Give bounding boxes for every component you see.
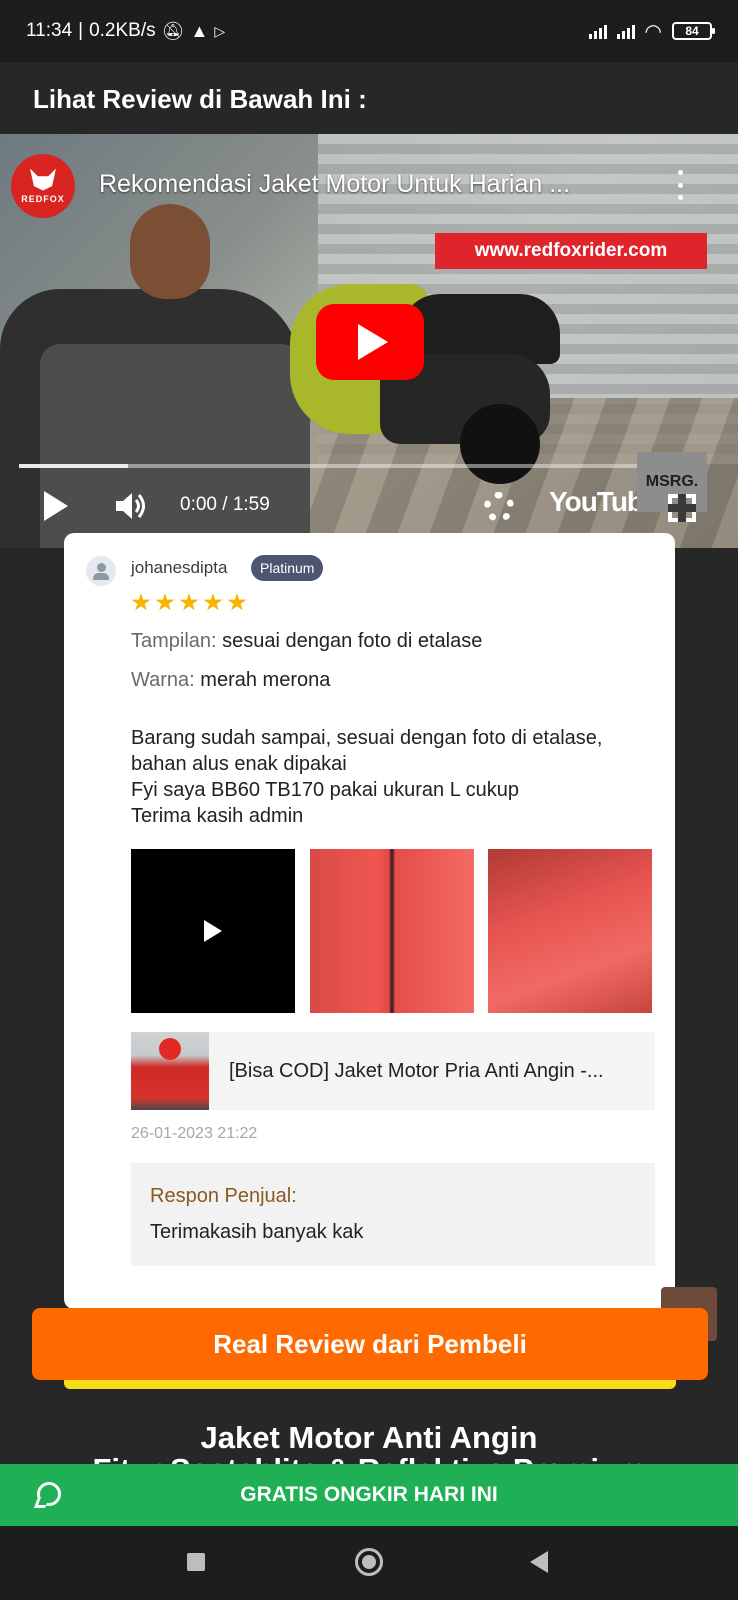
fox-icon — [30, 168, 56, 191]
star-icon — [203, 593, 223, 611]
url-banner: www.redfoxrider.com — [435, 233, 707, 269]
jacket-cloth — [40, 344, 310, 548]
review-line: bahan alus enak dipakai — [131, 753, 347, 775]
fullscreen-icon[interactable] — [668, 494, 696, 522]
play-icon — [204, 920, 222, 942]
star-icon — [227, 593, 247, 611]
channel-logo-text: REDFOX — [21, 193, 65, 204]
seller-response-label: Respon Penjual: — [150, 1185, 297, 1207]
battery-level: 84 — [685, 24, 699, 38]
review-line: Terima kasih admin — [131, 805, 304, 827]
real-review-button[interactable]: Real Review dari Pembeli — [32, 1308, 708, 1380]
review-card: johanesdipta Platinum Tampilan: sesuai d… — [64, 533, 675, 1309]
whatsapp-cta-label: GRATIS ONGKIR HARI INI — [240, 1483, 498, 1506]
channel-logo[interactable]: REDFOX — [11, 154, 75, 218]
settings-gear-icon[interactable] — [484, 492, 514, 522]
review-body: Barang sudah sampai, sesuai dengan foto … — [131, 725, 671, 829]
star-icon — [155, 593, 175, 611]
product-heading: Jaket Motor Anti Angin — [200, 1420, 538, 1455]
review-photo-2[interactable] — [488, 849, 652, 1013]
video-buffer-fill — [19, 464, 128, 468]
battery-icon: 84 — [672, 22, 715, 40]
review-line: Barang sudah sampai, sesuai dengan foto … — [131, 727, 603, 749]
product-link[interactable]: [Bisa COD] Jaket Motor Pria Anti Angin -… — [131, 1032, 655, 1110]
avatar — [86, 556, 116, 586]
review-timestamp: 26-01-2023 21:22 — [131, 1125, 258, 1142]
cast-icon: ▷ — [214, 22, 226, 39]
seller-response-text: Terimakasih banyak kak — [150, 1221, 364, 1243]
attribute-warna: Warna: merah merona — [131, 669, 330, 692]
play-icon — [358, 324, 388, 360]
status-bar: 11:34 | 0.2KB/s 🔕︎ ▲ ▷ ◠ 84 — [0, 0, 738, 62]
video-time: 0:00 / 1:59 — [180, 494, 270, 515]
video-player[interactable]: REDFOX Rekomendasi Jaket Motor Untuk Har… — [0, 134, 738, 548]
tier-badge: Platinum — [251, 555, 324, 581]
attribute-tampilan: Tampilan: sesuai dengan foto di etalase — [131, 630, 482, 653]
home-icon[interactable] — [355, 1548, 383, 1576]
attribute-value: sesuai dengan foto di etalase — [222, 630, 483, 652]
volume-icon[interactable] — [114, 490, 150, 522]
recents-icon[interactable] — [187, 1553, 205, 1571]
whatsapp-icon — [37, 1482, 61, 1506]
signal-icon-2 — [616, 23, 635, 39]
review-line: Fyi saya BB60 TB170 pakai ukuran L cukup — [131, 779, 520, 801]
video-title[interactable]: Rekomendasi Jaket Motor Untuk Harian ... — [99, 170, 570, 199]
scooter-wheel — [460, 404, 540, 484]
play-icon-small[interactable] — [44, 491, 68, 521]
more-options-icon[interactable] — [676, 170, 684, 200]
seller-response-box: Respon Penjual: Terimakasih banyak kak — [131, 1163, 655, 1266]
attribute-key: Warna: — [131, 669, 195, 691]
status-right: ◠ 84 — [588, 19, 715, 44]
person-head — [130, 204, 210, 299]
video-progress-bar[interactable] — [19, 464, 699, 468]
wifi-icon: ◠ — [644, 20, 662, 43]
separator: | — [78, 20, 84, 41]
star-icon — [179, 593, 199, 611]
mute-icon: 🔕︎ — [161, 20, 185, 41]
section-heading: Lihat Review di Bawah Ini : — [33, 84, 367, 114]
android-nav-bar — [0, 1526, 738, 1600]
attribute-value: merah merona — [200, 669, 331, 691]
star-rating — [131, 593, 247, 612]
clock: 11:34 — [26, 20, 73, 41]
star-icon — [131, 593, 151, 611]
product-title: [Bisa COD] Jaket Motor Pria Anti Angin -… — [229, 1059, 604, 1082]
reviewer-username: johanesdipta — [131, 558, 228, 577]
network-speed: 0.2KB/s — [89, 20, 156, 41]
youtube-play-button[interactable] — [316, 304, 424, 380]
whatsapp-cta-bar[interactable]: GRATIS ONGKIR HARI INI — [0, 1464, 738, 1526]
attribute-key: Tampilan: — [131, 630, 217, 652]
back-icon[interactable] — [530, 1551, 548, 1573]
product-thumbnail — [131, 1032, 209, 1110]
status-left: 11:34 | 0.2KB/s 🔕︎ ▲ ▷ — [26, 20, 225, 42]
review-photo-1[interactable] — [310, 849, 474, 1013]
signal-icon — [588, 23, 607, 39]
app-icon: ▲ — [190, 20, 209, 41]
review-video-thumbnail[interactable] — [131, 849, 295, 1013]
